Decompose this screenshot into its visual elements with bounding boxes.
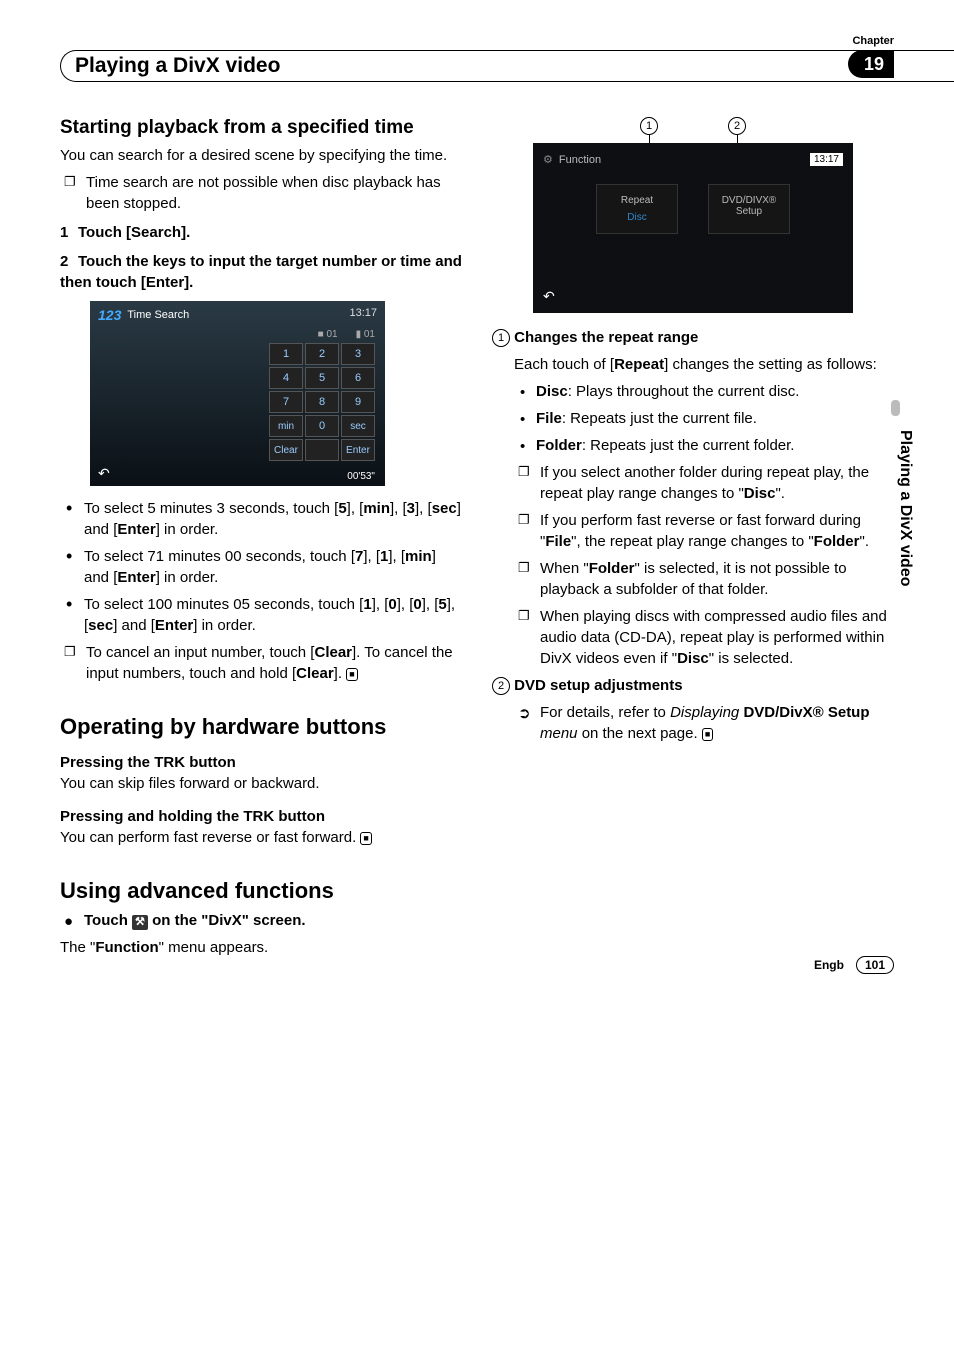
numeric-icon: 123 — [98, 307, 121, 323]
repeat-folder: Folder: Repeats just the current folder. — [514, 435, 894, 456]
repeat-note-4: When playing discs with compressed audio… — [514, 606, 894, 669]
repeat-file: File: Repeats just the current file. — [514, 408, 894, 429]
clock: 13:17 — [349, 307, 377, 323]
subhead-pressing-trk: Pressing the TRK button — [60, 754, 462, 771]
footer: Engb 101 — [814, 956, 894, 974]
heading-advanced: Using advanced functions — [60, 878, 462, 904]
indicator-01a: ■ 01 — [318, 329, 338, 340]
chapter-label: Chapter — [852, 35, 894, 47]
end-icon: ■ — [346, 668, 357, 681]
end-icon: ■ — [702, 728, 713, 741]
trk-skip: You can skip files forward or backward. — [60, 773, 462, 794]
back-icon[interactable]: ↶ — [98, 465, 110, 482]
item-1-intro: Each touch of [Repeat] changes the setti… — [492, 354, 894, 375]
repeat-cell[interactable]: Repeat Disc — [596, 184, 678, 234]
right-column: 1 2 ⚙ Function 13:17 Repeat Disc — [492, 117, 894, 964]
step-1: 1Touch [Search]. — [60, 222, 462, 243]
adv-step: Touch ⚒ on the "DivX" screen. — [60, 910, 462, 931]
elapsed-time: 00'53" — [347, 471, 375, 482]
subhead-hold-trk: Pressing and holding the TRK button — [60, 808, 462, 825]
repeat-note-2: If you perform fast reverse or fast forw… — [514, 510, 894, 552]
page-number: 101 — [856, 956, 894, 974]
item-2-heading: 2 DVD setup adjustments — [492, 675, 894, 696]
screenshot-time-search: 123 Time Search 13:17 ■ 01 ▮ 01 123 456 … — [90, 301, 385, 486]
repeat-note-3: When "Folder" is selected, it is not pos… — [514, 558, 894, 600]
step-2: 2Touch the keys to input the target numb… — [60, 251, 462, 293]
example-3: To select 100 minutes 05 seconds, touch … — [60, 594, 462, 636]
time-search-label: Time Search — [127, 309, 189, 321]
back-icon[interactable]: ↶ — [543, 288, 555, 305]
callout-1: 1 — [640, 117, 658, 135]
end-icon: ■ — [360, 832, 371, 845]
repeat-note-1: If you select another folder during repe… — [514, 462, 894, 504]
indicator-01b: ▮ 01 — [356, 329, 375, 340]
gear-icon: ⚙ — [543, 153, 553, 166]
chapter-title-bar: Playing a DivX video — [60, 50, 954, 82]
numeric-keypad[interactable]: 123 456 789 min0sec ClearEnter — [267, 341, 377, 463]
dvd-setup-cell[interactable]: DVD/DIVX® Setup — [708, 184, 790, 234]
cancel-note: To cancel an input number, touch [Clear]… — [60, 642, 462, 684]
adv-result: The "Function" menu appears. — [60, 937, 462, 958]
note-time-search: Time search are not possible when disc p… — [60, 172, 462, 214]
example-2: To select 71 minutes 00 seconds, touch [… — [60, 546, 462, 588]
function-icon: ⚒ — [132, 915, 148, 930]
heading-operating-hw: Operating by hardware buttons — [60, 714, 462, 740]
footer-lang: Engb — [814, 958, 844, 972]
intro-text: You can search for a desired scene by sp… — [60, 145, 462, 166]
dvd-setup-ref: For details, refer to Displaying DVD/Div… — [514, 702, 894, 744]
item-1-heading: 1 Changes the repeat range — [492, 327, 894, 348]
side-tab: Playing a DivX video — [896, 430, 914, 587]
screenshot-function-menu: ⚙ Function 13:17 Repeat Disc DVD/DIVX® S… — [533, 143, 853, 313]
trk-ff: You can perform fast reverse or fast for… — [60, 827, 462, 848]
heading-starting-playback: Starting playback from a specified time — [60, 117, 462, 139]
clock: 13:17 — [810, 153, 843, 166]
page-title: Playing a DivX video — [75, 54, 954, 78]
example-1: To select 5 minutes 3 seconds, touch [5]… — [60, 498, 462, 540]
repeat-disc: Disc: Plays throughout the current disc. — [514, 381, 894, 402]
function-title: Function — [559, 154, 601, 166]
callout-2: 2 — [728, 117, 746, 135]
left-column: Starting playback from a specified time … — [60, 117, 462, 964]
